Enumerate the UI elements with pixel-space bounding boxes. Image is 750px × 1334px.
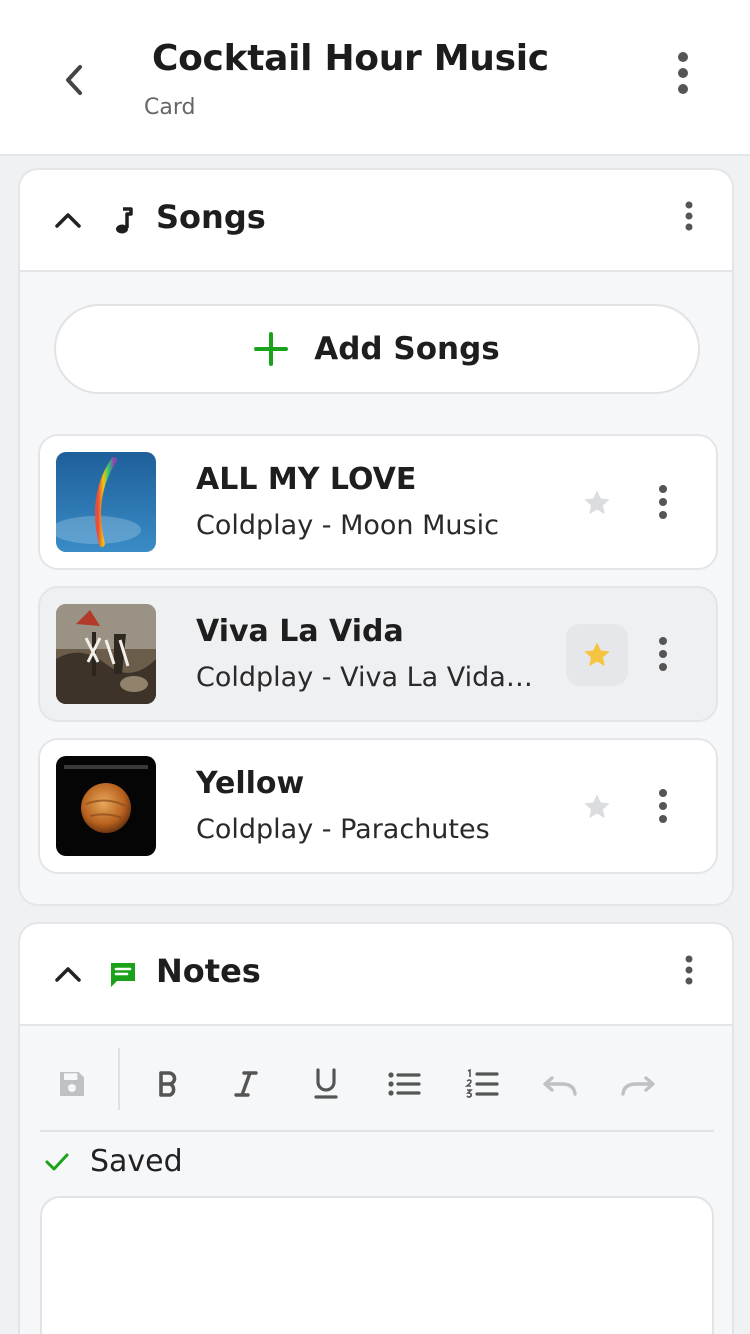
songs-section-menu-button[interactable] (674, 196, 704, 236)
song-title: Viva La Vida (196, 614, 404, 649)
redo-icon (621, 1076, 655, 1096)
notes-toolbar (40, 1044, 714, 1132)
italic-icon (234, 1071, 258, 1097)
plus-icon (254, 332, 289, 366)
more-vertical-icon (659, 637, 667, 671)
song-row[interactable]: Viva La Vida Coldplay - Viva La Vida or … (38, 586, 718, 722)
chat-note-icon (108, 958, 138, 992)
save-icon (60, 1072, 84, 1096)
song-subtitle: Coldplay - Moon Music (196, 510, 499, 541)
collapse-notes-button[interactable] (50, 956, 86, 992)
add-songs-label: Add Songs (314, 331, 500, 367)
notes-section: Notes Saved (18, 922, 734, 1334)
undo-button[interactable] (536, 1060, 584, 1108)
header-menu-button[interactable] (662, 48, 704, 98)
save-status: Saved (44, 1144, 183, 1179)
toolbar-divider (118, 1048, 120, 1110)
songs-section-title: Songs (156, 198, 266, 236)
chevron-up-icon (55, 967, 81, 982)
undo-icon (543, 1076, 577, 1096)
collapse-songs-button[interactable] (50, 202, 86, 238)
notes-section-title: Notes (156, 952, 261, 990)
more-vertical-icon (659, 789, 667, 823)
star-icon (584, 490, 610, 515)
songs-section-header: Songs (20, 170, 732, 272)
song-row[interactable]: ALL MY LOVE Coldplay - Moon Music (38, 434, 718, 570)
more-vertical-icon (678, 52, 688, 94)
songs-section: Songs Add Songs ALL MY LOVE Coldplay - M… (18, 168, 734, 906)
notes-text-area[interactable] (40, 1196, 714, 1334)
underline-button[interactable] (302, 1060, 350, 1108)
favorite-button[interactable] (566, 472, 628, 534)
music-note-icon (108, 204, 138, 238)
song-menu-button[interactable] (648, 632, 678, 676)
bold-button[interactable] (144, 1060, 192, 1108)
numbered-list-button[interactable] (458, 1060, 506, 1108)
bullet-list-icon (388, 1072, 421, 1096)
more-vertical-icon (685, 955, 693, 985)
notes-section-header: Notes (20, 924, 732, 1026)
redo-button[interactable] (614, 1060, 662, 1108)
song-menu-button[interactable] (648, 480, 678, 524)
chevron-up-icon (55, 213, 81, 228)
add-songs-button[interactable]: Add Songs (54, 304, 700, 394)
bullet-list-button[interactable] (380, 1060, 428, 1108)
moon-music-cover (56, 452, 156, 552)
check-icon (45, 1153, 69, 1170)
numbered-list-icon (465, 1069, 499, 1098)
song-subtitle: Coldplay - Viva La Vida or Death and All… (196, 662, 536, 693)
app-header: Cocktail Hour Music Card (0, 0, 750, 156)
song-subtitle: Coldplay - Parachutes (196, 814, 490, 845)
bold-icon (159, 1071, 177, 1097)
viva-la-vida-cover (56, 604, 156, 704)
italic-button[interactable] (222, 1060, 270, 1108)
song-menu-button[interactable] (648, 784, 678, 828)
save-button[interactable] (48, 1060, 96, 1108)
song-row[interactable]: Yellow Coldplay - Parachutes (38, 738, 718, 874)
underline-icon (314, 1068, 338, 1099)
more-vertical-icon (659, 485, 667, 519)
star-icon (584, 642, 610, 667)
song-title: ALL MY LOVE (196, 462, 417, 497)
page-subtitle: Card (144, 95, 196, 120)
star-icon (584, 794, 610, 819)
chevron-left-icon (66, 65, 82, 95)
favorite-button[interactable] (566, 776, 628, 838)
notes-section-menu-button[interactable] (674, 950, 704, 990)
song-title: Yellow (196, 766, 305, 801)
save-status-label: Saved (90, 1144, 183, 1179)
parachutes-cover (56, 756, 156, 856)
back-button[interactable] (52, 56, 96, 104)
favorite-button[interactable] (566, 624, 628, 686)
more-vertical-icon (685, 201, 693, 231)
page-title: Cocktail Hour Music (152, 38, 549, 79)
